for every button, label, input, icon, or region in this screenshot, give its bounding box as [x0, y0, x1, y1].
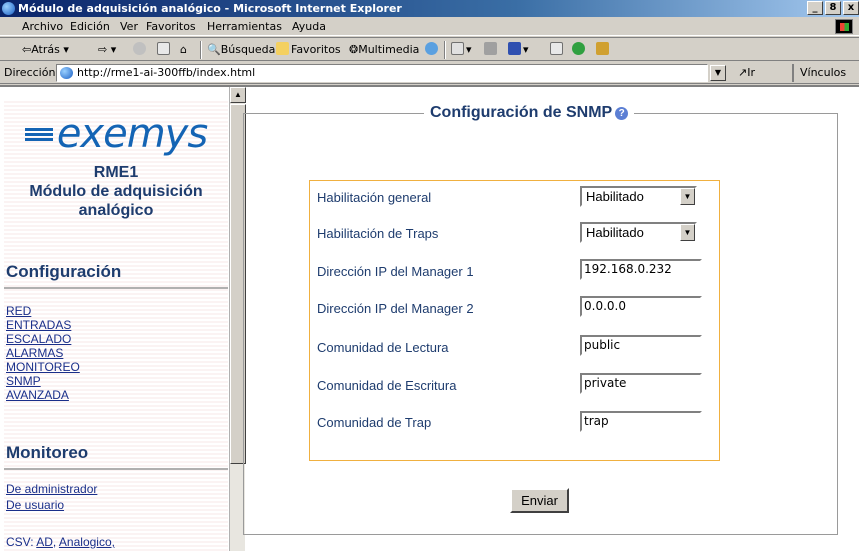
- label-comunidad-trap: Comunidad de Trap: [317, 415, 432, 430]
- multimedia-button[interactable]: ❂Multimedia: [349, 42, 419, 58]
- multimedia-icon: ❂: [349, 43, 359, 56]
- go-arrow-icon: ↗: [738, 66, 748, 79]
- toolbar: ⇦Atrás ▾ ⇨ ▾ ⌂ 🔍Búsqueda Favoritos ❂Mult…: [0, 37, 859, 61]
- favorites-icon: [276, 42, 289, 55]
- nav-link-usuario[interactable]: De usuario: [6, 499, 64, 512]
- address-input[interactable]: http://rme1-ai-300ffb/index.html: [56, 64, 708, 82]
- label-comunidad-escritura: Comunidad de Escritura: [317, 378, 457, 393]
- nav-link-entradas[interactable]: ENTRADAS: [6, 319, 71, 332]
- input-comunidad-escritura[interactable]: private: [580, 373, 702, 394]
- menu-herramientas[interactable]: Herramientas: [207, 17, 282, 36]
- exemys-logo: exemys: [4, 111, 228, 157]
- forward-arrow-icon: ⇨ ▾: [98, 43, 117, 56]
- word-icon: [508, 42, 521, 55]
- address-bar: Dirección http://rme1-ai-300ffb/index.ht…: [0, 62, 859, 84]
- favorites-button[interactable]: Favoritos: [276, 42, 341, 58]
- sidebar: exemys RME1 Módulo de adquisición analóg…: [4, 101, 228, 551]
- go-button[interactable]: ↗Ir: [738, 66, 755, 79]
- home-icon: ⌂: [180, 43, 187, 56]
- select-habilitacion-general[interactable]: Habilitado ▼: [580, 186, 697, 207]
- label-habilitacion-traps: Habilitación de Traps: [317, 226, 439, 241]
- divider: [4, 287, 228, 289]
- nav-link-monitoreo[interactable]: MONITOREO: [6, 361, 80, 374]
- label-ip-manager-1: Dirección IP del Manager 1: [317, 264, 474, 279]
- internet-explorer-icon: [2, 2, 15, 15]
- nav-link-alarmas[interactable]: ALARMAS: [6, 347, 63, 360]
- home-button[interactable]: ⌂: [180, 42, 187, 58]
- back-arrow-icon: ⇦: [22, 43, 32, 56]
- label-comunidad-lectura: Comunidad de Lectura: [317, 340, 449, 355]
- menu-ayuda[interactable]: Ayuda: [292, 17, 326, 36]
- nav-link-snmp[interactable]: SNMP: [6, 375, 41, 388]
- discuss-button[interactable]: [550, 42, 565, 58]
- arrow-up-icon: ▲: [234, 90, 242, 99]
- input-ip-manager-1[interactable]: 192.168.0.232: [580, 259, 702, 280]
- divider: [4, 468, 228, 470]
- maximize-button[interactable]: 8: [825, 1, 841, 15]
- enviar-button[interactable]: Enviar: [510, 488, 569, 513]
- history-button[interactable]: [425, 42, 440, 58]
- address-url: http://rme1-ai-300ffb/index.html: [77, 66, 256, 79]
- search-icon: 🔍: [207, 43, 221, 56]
- select-habilitacion-traps[interactable]: Habilitado ▼: [580, 222, 697, 243]
- nav-link-red[interactable]: RED: [6, 305, 31, 318]
- refresh-button[interactable]: [157, 42, 172, 58]
- print-icon: [484, 42, 497, 55]
- menu-edicion[interactable]: Edición: [70, 17, 110, 36]
- config-heading: Configuración: [6, 262, 122, 281]
- csv-link-ad[interactable]: AD: [36, 535, 53, 549]
- refresh-icon: [157, 42, 170, 55]
- label-ip-manager-2: Dirección IP del Manager 2: [317, 301, 474, 316]
- chevron-down-icon[interactable]: ▼: [680, 188, 695, 205]
- mail-icon: [451, 42, 464, 55]
- window-title: Módulo de adquisición analógico - Micros…: [18, 2, 402, 15]
- messenger-icon: [572, 42, 585, 55]
- research-button[interactable]: [596, 42, 611, 58]
- back-button[interactable]: ⇦Atrás ▾: [22, 42, 69, 58]
- csv-links: CSV: AD, Analogico,: [6, 535, 115, 549]
- nav-link-administrador[interactable]: De administrador: [6, 483, 97, 496]
- menu-archivo[interactable]: Archivo: [22, 17, 63, 36]
- menu-ver[interactable]: Ver: [120, 17, 138, 36]
- print-button[interactable]: [484, 42, 499, 58]
- discuss-icon: [550, 42, 563, 55]
- csv-link-analogico[interactable]: Analogico,: [59, 535, 115, 549]
- research-icon: [596, 42, 609, 55]
- scroll-up-button[interactable]: ▲: [230, 87, 246, 103]
- address-label: Dirección: [4, 66, 56, 79]
- address-dropdown-button[interactable]: ▼: [710, 65, 726, 81]
- history-icon: [425, 42, 438, 55]
- windows-logo-icon: [835, 19, 853, 34]
- exemys-logo-icon: [24, 126, 53, 142]
- menu-favoritos[interactable]: Favoritos: [146, 17, 196, 36]
- menu-bar: Archivo Edición Ver Favoritos Herramient…: [0, 17, 859, 36]
- stop-icon: [133, 42, 146, 55]
- nav-link-escalado[interactable]: ESCALADO: [6, 333, 71, 346]
- snmp-legend: Configuración de SNMP?: [424, 104, 635, 122]
- search-button[interactable]: 🔍Búsqueda: [207, 42, 275, 58]
- forward-button[interactable]: ⇨ ▾: [98, 42, 116, 58]
- label-habilitacion-general: Habilitación general: [317, 190, 432, 205]
- help-icon[interactable]: ?: [615, 107, 629, 120]
- minimize-button[interactable]: _: [807, 1, 823, 15]
- page-content: exemys RME1 Módulo de adquisición analóg…: [0, 85, 859, 551]
- chevron-down-icon: ▼: [714, 68, 722, 77]
- chevron-down-icon[interactable]: ▼: [680, 224, 695, 241]
- window-titlebar: Módulo de adquisición analógico - Micros…: [0, 0, 859, 17]
- monitor-heading: Monitoreo: [6, 443, 89, 462]
- mail-button[interactable]: ▾: [451, 42, 472, 58]
- close-button[interactable]: x: [843, 1, 859, 15]
- messenger-button[interactable]: [572, 42, 587, 58]
- edit-button[interactable]: ▾: [508, 42, 529, 58]
- links-button[interactable]: Vínculos: [792, 64, 846, 82]
- device-name: RME1 Módulo de adquisición analógico: [29, 164, 203, 219]
- stop-button[interactable]: [133, 42, 148, 58]
- input-comunidad-lectura[interactable]: public: [580, 335, 702, 356]
- input-comunidad-trap[interactable]: trap: [580, 411, 702, 432]
- nav-link-avanzada[interactable]: AVANZADA: [6, 389, 69, 402]
- input-ip-manager-2[interactable]: 0.0.0.0: [580, 296, 702, 317]
- page-icon: [60, 67, 73, 79]
